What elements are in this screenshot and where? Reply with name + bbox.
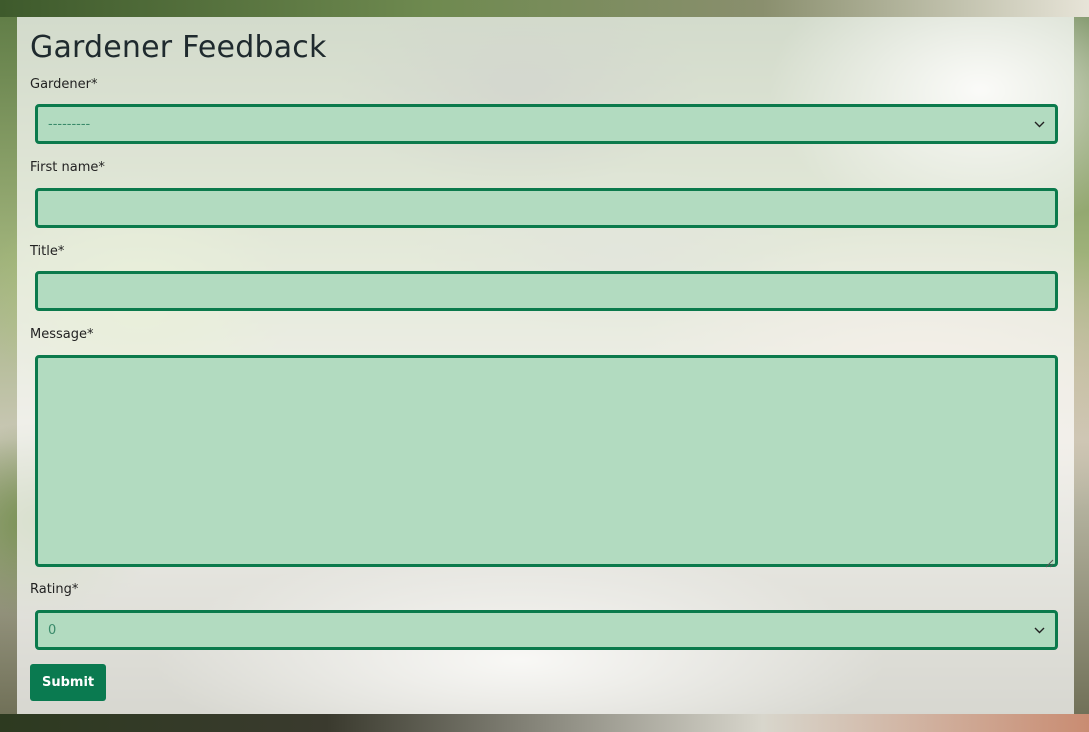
chevron-down-icon xyxy=(1033,118,1045,130)
submit-button[interactable]: Submit xyxy=(30,664,107,701)
rating-label: Rating* xyxy=(30,582,79,597)
gardener-select[interactable]: --------- xyxy=(35,104,1058,144)
rating-select[interactable]: 0 xyxy=(35,610,1058,650)
message-label: Message* xyxy=(30,327,94,342)
title-label: Title* xyxy=(30,244,65,259)
chevron-down-icon xyxy=(1033,624,1045,636)
background-photo-top xyxy=(0,0,1089,17)
gardener-select-value: --------- xyxy=(48,116,91,132)
background-photo-bottom xyxy=(0,714,1089,732)
first-name-input[interactable] xyxy=(35,188,1058,228)
rating-select-value: 0 xyxy=(48,622,57,638)
resize-grip-icon[interactable] xyxy=(1044,553,1054,568)
message-textarea[interactable] xyxy=(35,355,1058,568)
title-input[interactable] xyxy=(35,271,1058,311)
page-title: Gardener Feedback xyxy=(30,30,327,65)
first-name-label: First name* xyxy=(30,160,105,175)
gardener-label: Gardener* xyxy=(30,77,98,92)
feedback-form-panel: Gardener Feedback Gardener* --------- Fi… xyxy=(17,17,1074,714)
